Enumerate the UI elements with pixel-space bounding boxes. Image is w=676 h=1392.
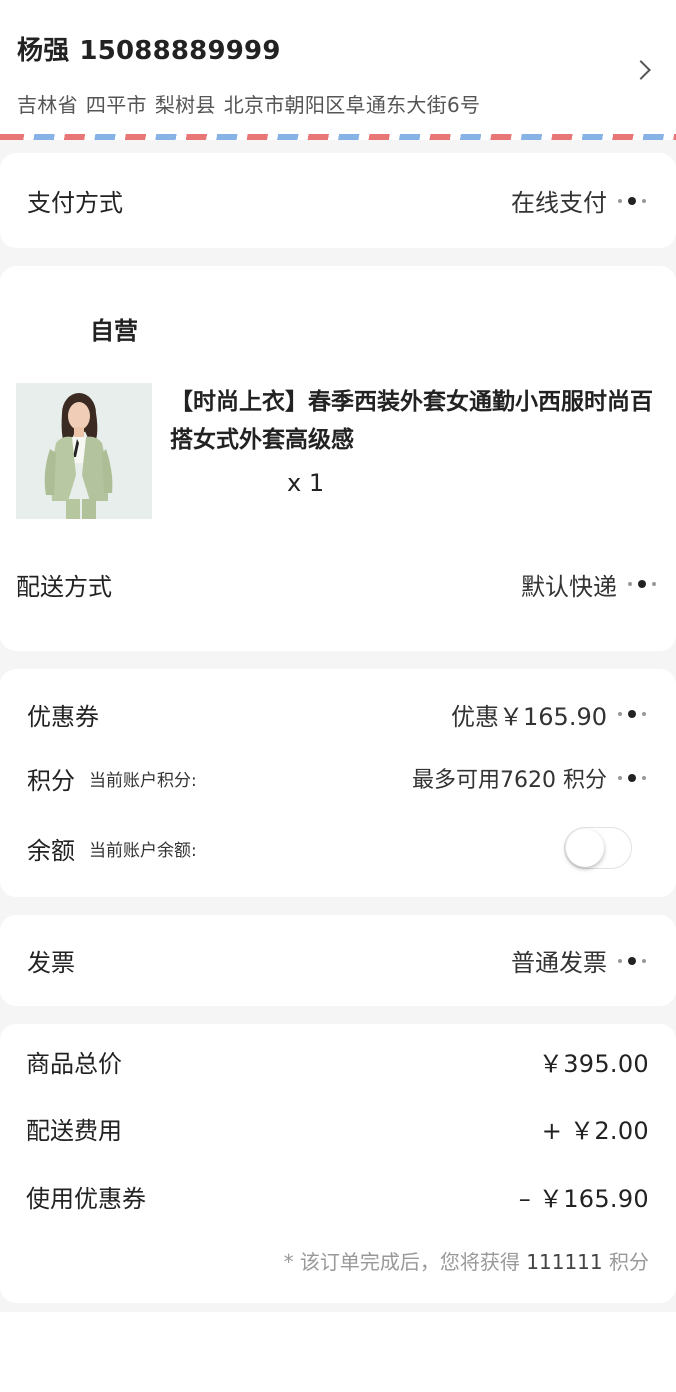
coupon-value: 优惠￥165.90 — [451, 702, 607, 731]
toggle-knob — [566, 829, 604, 867]
goods-total-row: 商品总价 ￥395.00 — [0, 1038, 676, 1084]
coupon-row[interactable]: 优惠券 优惠￥165.90 — [0, 691, 676, 737]
balance-sublabel: 当前账户余额: — [89, 840, 197, 861]
delivery-value: 默认快递 — [521, 572, 617, 601]
balance-label: 余额 — [27, 836, 75, 865]
shipping-value: + ￥2.00 — [541, 1116, 649, 1145]
more-dots-icon[interactable] — [625, 580, 659, 588]
product-title[interactable]: 【时尚上衣】春季西装外套女通勤小西服时尚百搭女式外套高级感 — [170, 383, 654, 459]
payment-label: 支付方式 — [27, 189, 123, 217]
invoice-row[interactable]: 发票 普通发票 — [0, 915, 676, 1006]
payment-value: 在线支付 — [511, 189, 607, 217]
shipping-label: 配送费用 — [26, 1116, 122, 1145]
bottom-area — [0, 1312, 676, 1392]
invoice-card: 发票 普通发票 — [0, 915, 676, 1006]
product-quantity: x 1 — [287, 469, 325, 497]
discount-card: 优惠券 优惠￥165.90 积分 当前账户积分: 最多可用7620 积分 余额 … — [0, 669, 676, 897]
shipping-row: 配送费用 + ￥2.00 — [0, 1105, 676, 1151]
product-photo — [16, 383, 152, 519]
summary-card: 商品总价 ￥395.00 配送费用 + ￥2.00 使用优惠券 – ￥165.9… — [0, 1024, 676, 1303]
payment-row[interactable]: 支付方式 在线支付 — [0, 153, 676, 248]
more-dots-icon[interactable] — [615, 956, 649, 965]
points-label: 积分 — [27, 766, 75, 795]
note-prefix: * 该订单完成后，您将获得 — [283, 1250, 520, 1274]
coupon-used-label: 使用优惠券 — [26, 1184, 146, 1213]
note-suffix: 积分 — [609, 1250, 649, 1274]
delivery-row[interactable]: 配送方式 默认快递 — [0, 559, 676, 609]
more-dots-icon[interactable] — [615, 196, 649, 205]
address-section[interactable]: 杨强 15088889999 吉林省 四平市 梨树县 北京市朝阳区阜通东大街6号 — [0, 0, 676, 140]
points-sublabel: 当前账户积分: — [89, 770, 197, 791]
delivery-label: 配送方式 — [16, 572, 112, 601]
note-points: 111111 — [526, 1250, 603, 1274]
points-note: * 该订单完成后，您将获得 111111 积分 — [284, 1246, 649, 1275]
address-county: 梨树县 — [154, 93, 216, 117]
store-name: 自营 — [90, 317, 138, 345]
recipient-name: 杨强 — [17, 36, 70, 66]
more-dots-icon[interactable] — [615, 774, 649, 782]
more-dots-icon[interactable] — [615, 710, 649, 718]
points-value: 最多可用7620 积分 — [412, 768, 607, 793]
invoice-label: 发票 — [27, 949, 75, 977]
store-card: 自营 【时尚上衣】春季西装外套女通勤小西服时尚百搭女式外套高级感 x 1 配送方… — [0, 266, 676, 651]
goods-total-label: 商品总价 — [26, 1049, 122, 1078]
address-line: 吉林省 四平市 梨树县 北京市朝阳区阜通东大街6号 — [17, 89, 660, 118]
invoice-value: 普通发票 — [511, 949, 607, 977]
product-image[interactable] — [16, 383, 152, 519]
coupon-used-row: 使用优惠券 – ￥165.90 — [0, 1173, 676, 1219]
address-city: 四平市 — [85, 93, 147, 117]
balance-row: 余额 当前账户余额: — [0, 825, 676, 871]
address-detail: 北京市朝阳区阜通东大街6号 — [223, 93, 481, 117]
coupon-label: 优惠券 — [27, 702, 99, 731]
payment-card: 支付方式 在线支付 — [0, 153, 676, 248]
balance-toggle[interactable] — [564, 827, 632, 869]
address-province: 吉林省 — [17, 93, 78, 117]
coupon-used-value: – ￥165.90 — [518, 1184, 649, 1213]
goods-total-value: ￥395.00 — [538, 1049, 649, 1078]
airmail-border — [0, 134, 676, 140]
points-row[interactable]: 积分 当前账户积分: 最多可用7620 积分 — [0, 755, 676, 801]
recipient: 杨强 15088889999 — [17, 30, 660, 67]
recipient-phone: 15088889999 — [79, 36, 281, 66]
